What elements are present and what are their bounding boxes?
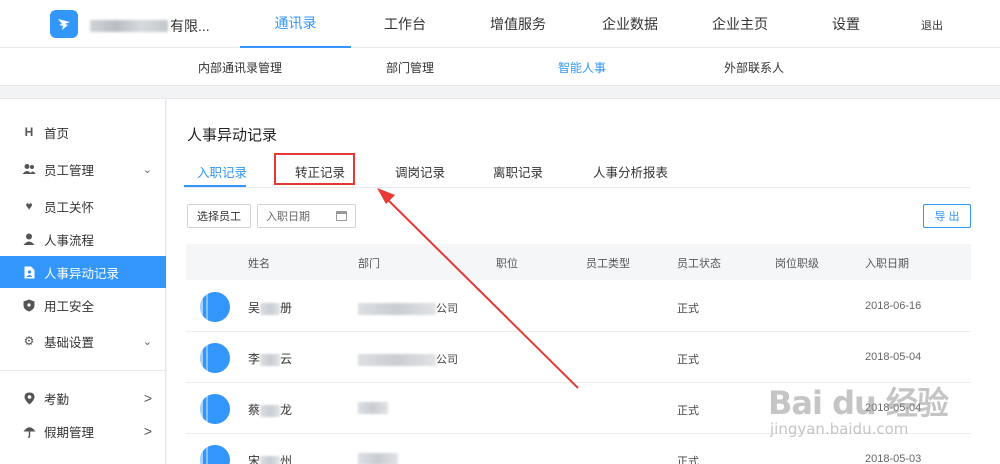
subnav-smart-hr[interactable]: 智能人事 — [558, 59, 606, 76]
company-name: 有限... — [90, 16, 210, 36]
date-cell: 2018-06-16 — [865, 300, 922, 312]
sub-navigation: 内部通讯录管理 部门管理 智能人事 外部联系人 — [0, 48, 1000, 86]
column-header-employee-type: 员工类型 — [586, 258, 630, 270]
onboarding-date-field[interactable]: 入职日期 — [257, 204, 356, 228]
avatar — [200, 343, 230, 373]
tab-onboarding-records[interactable]: 入职记录 — [197, 162, 247, 181]
tab-resignation-records[interactable]: 离职记录 — [493, 162, 543, 181]
subnav-internal-contacts[interactable]: 内部通讯录管理 — [198, 59, 282, 76]
chevron-down-icon[interactable]: ⌄ — [143, 335, 152, 348]
logout-link[interactable]: 退出 — [921, 17, 943, 33]
table-row[interactable]: 吴册 公司 正式 2018-06-16 — [186, 282, 971, 332]
home-icon: H — [24, 125, 34, 139]
sidebar-item-label: 考勤 — [44, 392, 70, 407]
subnav-department-management[interactable]: 部门管理 — [386, 59, 434, 76]
dingtalk-logo-icon[interactable] — [50, 10, 78, 38]
column-header-name: 姓名 — [248, 258, 270, 270]
gear-icon: ⚙ — [23, 334, 35, 348]
chevron-right-icon[interactable]: > — [144, 423, 152, 439]
avatar — [200, 292, 230, 322]
shield-icon — [22, 298, 36, 312]
page-title: 人事异动记录 — [187, 127, 278, 144]
tabs-divider — [184, 187, 970, 188]
date-placeholder: 入职日期 — [266, 211, 310, 223]
department-cell: 公司 — [358, 300, 458, 316]
sidebar-item-home[interactable]: H 首页 — [0, 116, 166, 148]
sidebar-item-basic-settings[interactable]: ⚙ 基础设置 ⌄ — [0, 325, 166, 357]
document-icon — [22, 265, 36, 279]
department-cell — [358, 402, 388, 415]
tab-transfer-records[interactable]: 调岗记录 — [395, 162, 445, 181]
sidebar-divider — [0, 370, 166, 371]
sidebar-item-label: 员工管理 — [44, 163, 95, 178]
status-cell: 正式 — [677, 303, 699, 315]
status-cell: 正式 — [677, 405, 699, 417]
tab-hr-analysis-report[interactable]: 人事分析报表 — [593, 162, 668, 181]
sidebar-item-label: 人事流程 — [44, 233, 95, 248]
date-cell: 2018-05-03 — [865, 453, 922, 464]
nav-settings[interactable]: 设置 — [826, 0, 866, 48]
sidebar-item-leave-management[interactable]: 假期管理 > — [0, 415, 166, 447]
chevron-down-icon[interactable]: ⌄ — [143, 163, 152, 176]
baidu-jingyan-watermark: Bai du 经验 jingyan.baidu.com — [768, 384, 949, 438]
export-button[interactable]: 导 出 — [923, 204, 971, 228]
department-cell — [358, 453, 398, 464]
sidebar-item-label: 基础设置 — [44, 335, 95, 350]
sidebar-item-attendance[interactable]: 考勤 > — [0, 382, 166, 414]
avatar — [200, 445, 230, 464]
date-cell: 2018-05-04 — [865, 351, 922, 363]
location-icon — [22, 391, 36, 405]
sidebar-item-employee-care[interactable]: ♥ 员工关怀 — [0, 190, 166, 222]
person-icon — [22, 232, 36, 246]
column-header-employee-status: 员工状态 — [677, 258, 721, 270]
sidebar-item-employment-safety[interactable]: 用工安全 — [0, 289, 166, 321]
top-header: 有限... 通讯录 工作台 增值服务 企业数据 企业主页 设置 退出 — [0, 0, 1000, 48]
nav-enterprise-data[interactable]: 企业数据 — [590, 0, 670, 48]
employee-name: 宋州 — [248, 452, 292, 464]
table-header: 姓名 部门 职位 员工类型 员工状态 岗位职级 入职日期 — [186, 244, 971, 280]
employee-name: 李云 — [248, 352, 293, 366]
column-header-job-level: 岗位职级 — [775, 258, 819, 270]
employee-name: 蔡龙 — [248, 403, 293, 417]
umbrella-icon — [22, 424, 36, 438]
select-employee-button[interactable]: 选择员工 — [187, 204, 251, 228]
status-cell: 正式 — [677, 354, 699, 366]
nav-value-added-services[interactable]: 增值服务 — [478, 0, 558, 48]
column-header-position: 职位 — [496, 258, 518, 270]
chevron-right-icon[interactable]: > — [144, 390, 152, 406]
sidebar-item-label: 假期管理 — [44, 425, 95, 440]
subnav-external-contacts[interactable]: 外部联系人 — [724, 59, 784, 76]
annotation-highlight-box — [274, 153, 355, 185]
sidebar-item-hr-process[interactable]: 人事流程 — [0, 223, 166, 255]
department-cell: 公司 — [358, 351, 458, 367]
sidebar-item-label: 员工关怀 — [44, 200, 95, 215]
avatar — [200, 394, 230, 424]
sidebar-item-hr-change-records[interactable]: 人事异动记录 — [0, 256, 166, 288]
table-row[interactable]: 李云 公司 正式 2018-05-04 — [186, 333, 971, 383]
users-icon — [22, 162, 36, 176]
sidebar-item-employee-management[interactable]: 员工管理 ⌄ — [0, 153, 166, 185]
sidebar: H 首页 员工管理 ⌄ ♥ 员工关怀 人事流程 人事异动记录 用工安全 ⚙ 基础… — [0, 98, 166, 464]
employee-name: 吴册 — [248, 301, 293, 315]
nav-enterprise-homepage[interactable]: 企业主页 — [700, 0, 780, 48]
nav-workbench[interactable]: 工作台 — [375, 0, 435, 48]
sidebar-item-label: 首页 — [44, 126, 70, 141]
sidebar-item-label: 用工安全 — [44, 299, 95, 314]
sidebar-item-label: 人事异动记录 — [44, 266, 120, 281]
heart-icon: ♥ — [25, 199, 33, 213]
table-row[interactable]: 宋州 正式 2018-05-03 — [186, 435, 971, 464]
nav-contacts[interactable]: 通讯录 — [240, 0, 351, 48]
column-header-onboarding-date: 入职日期 — [865, 258, 909, 270]
column-header-department: 部门 — [358, 258, 380, 270]
status-cell: 正式 — [677, 456, 699, 464]
calendar-icon[interactable] — [336, 211, 347, 221]
